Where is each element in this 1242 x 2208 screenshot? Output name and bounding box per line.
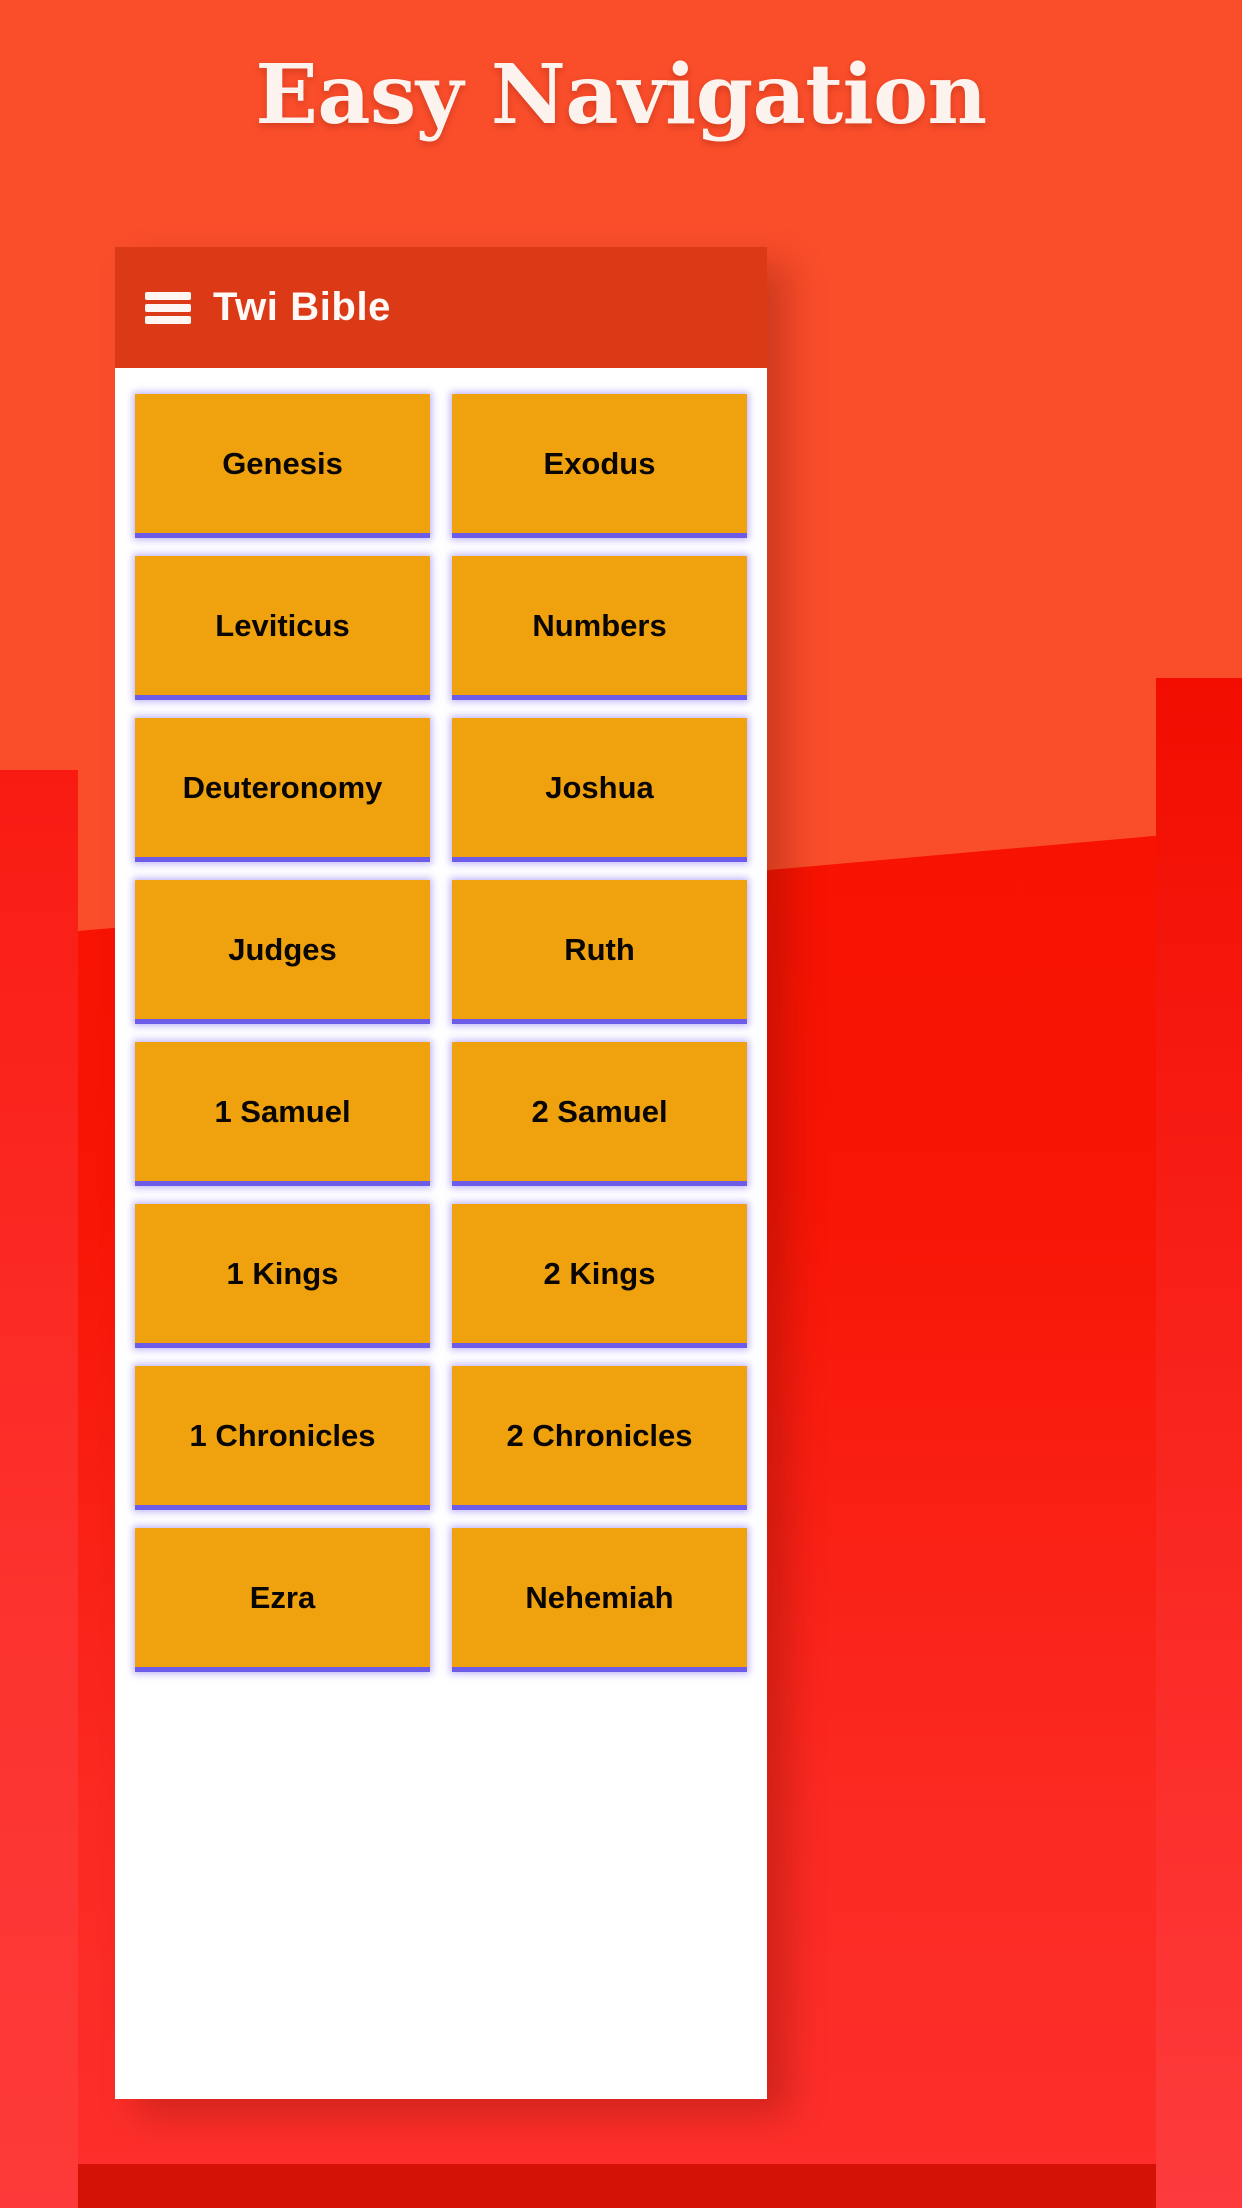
background-left-panel (0, 770, 78, 2208)
book-button[interactable]: Deuteronomy (135, 718, 430, 862)
book-button[interactable]: 2 Kings (452, 1204, 747, 1348)
promo-headline: Easy Navigation (255, 47, 987, 143)
app-store-screenshot: Easy Navigation Twi Bible Genesis Exodus… (0, 0, 1242, 2208)
book-button[interactable]: Ezra (135, 1528, 430, 1672)
app-bar: Twi Bible (115, 247, 767, 368)
book-button[interactable]: Ruth (452, 880, 747, 1024)
background-bottom-band (78, 2164, 1156, 2208)
phone-mockup: Twi Bible Genesis Exodus Leviticus Numbe… (115, 247, 767, 2099)
book-list-panel: Genesis Exodus Leviticus Numbers Deutero… (115, 368, 767, 2099)
book-button[interactable]: Joshua (452, 718, 747, 862)
book-button[interactable]: 1 Chronicles (135, 1366, 430, 1510)
book-button[interactable]: 2 Samuel (452, 1042, 747, 1186)
book-button[interactable]: Nehemiah (452, 1528, 747, 1672)
book-button[interactable]: Judges (135, 880, 430, 1024)
background-right-panel (1156, 678, 1242, 2208)
book-grid: Genesis Exodus Leviticus Numbers Deutero… (135, 394, 747, 1672)
book-button[interactable]: 1 Samuel (135, 1042, 430, 1186)
app-title: Twi Bible (213, 285, 391, 329)
book-button[interactable]: 2 Chronicles (452, 1366, 747, 1510)
book-button[interactable]: Leviticus (135, 556, 430, 700)
book-button[interactable]: Genesis (135, 394, 430, 538)
hamburger-menu-icon[interactable] (145, 288, 191, 328)
book-button[interactable]: Exodus (452, 394, 747, 538)
book-button[interactable]: 1 Kings (135, 1204, 430, 1348)
book-button[interactable]: Numbers (452, 556, 747, 700)
